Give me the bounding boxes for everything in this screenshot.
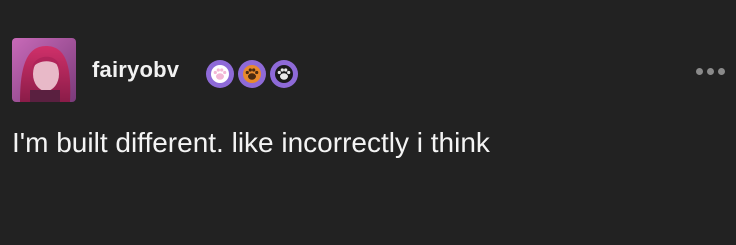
paw-badge-pink-icon[interactable] — [206, 60, 234, 88]
paw-badge-black-icon[interactable] — [270, 60, 298, 88]
dot — [718, 68, 725, 75]
dot — [696, 68, 703, 75]
post-card: fairyobv I'm built different. like incor… — [0, 0, 736, 245]
badge-list — [206, 60, 298, 88]
post-body-text: I'm built different. like incorrectly i … — [12, 127, 490, 158]
avatar-image — [12, 38, 76, 102]
username[interactable]: fairyobv — [92, 57, 179, 83]
more-options-icon[interactable] — [694, 66, 727, 77]
avatar[interactable] — [12, 38, 76, 102]
paw-badge-orange-icon[interactable] — [238, 60, 266, 88]
dot — [707, 68, 714, 75]
